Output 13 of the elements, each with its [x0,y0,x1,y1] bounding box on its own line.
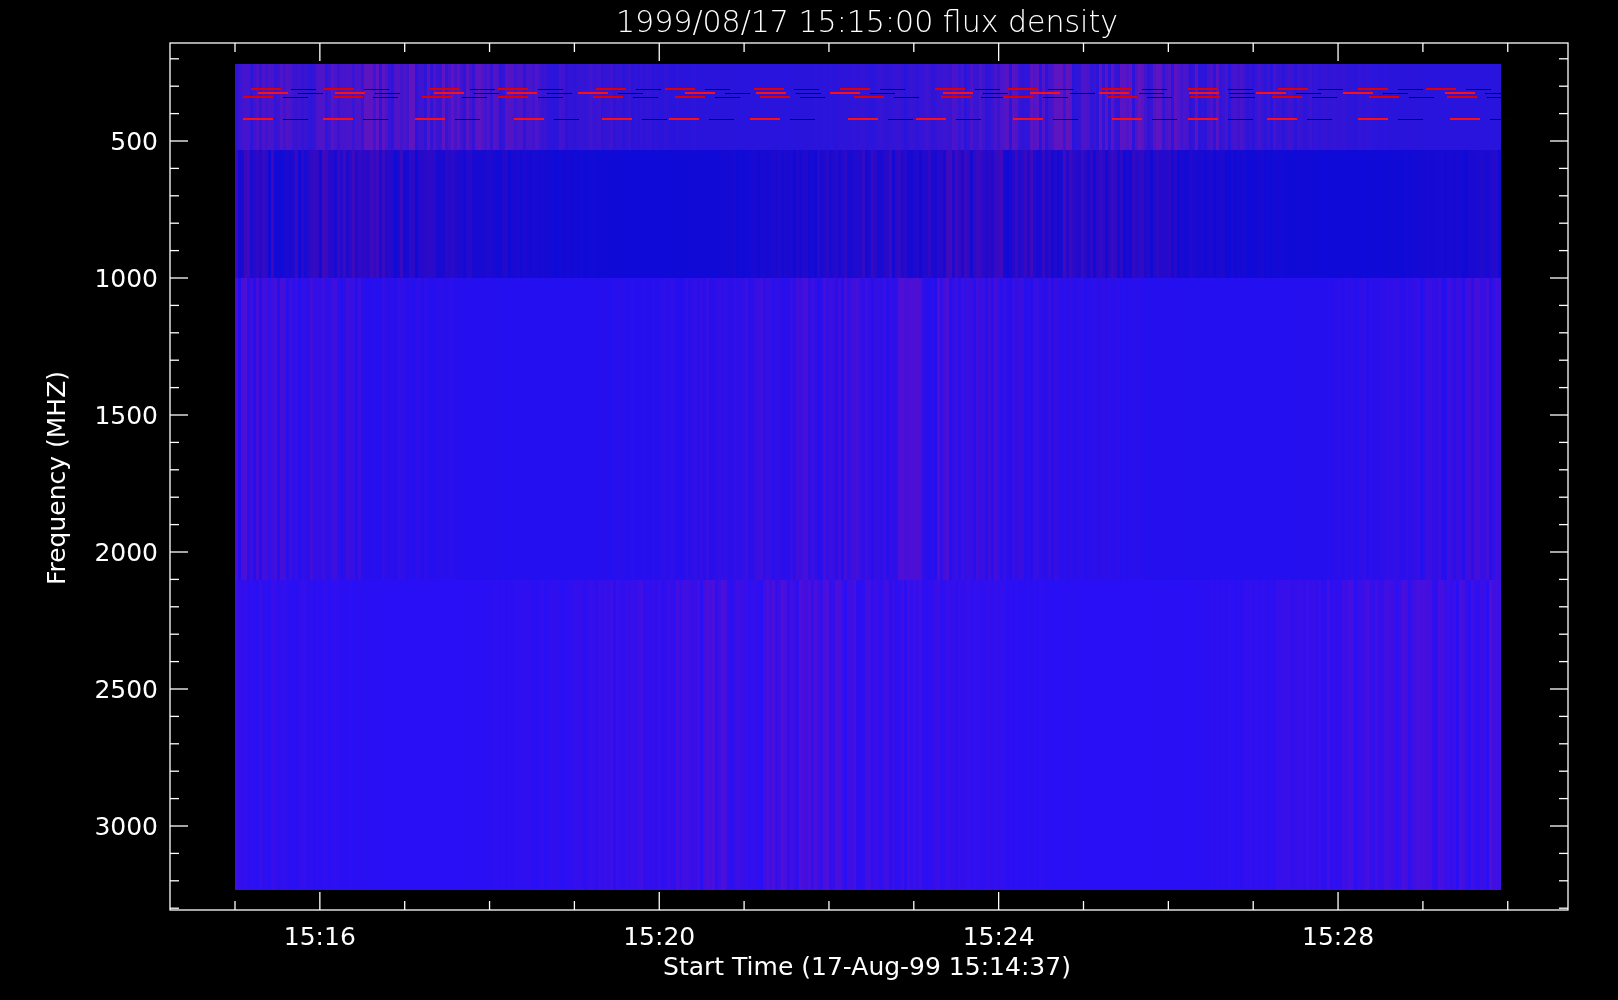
y-tick-label: 1500 [94,401,158,430]
x-tick-label: 15:24 [962,922,1035,951]
y-tick-label: 500 [110,127,158,156]
y-tick-label: 2500 [94,675,158,704]
x-tick-label: 15:28 [1302,922,1375,951]
x-tick-label: 15:16 [283,922,356,951]
y-axis-label: Frequency (MHZ) [42,370,71,586]
x-tick-label: 15:20 [623,922,696,951]
chart-title: 1999/08/17 15:15:00 flux density [616,4,1118,39]
y-tick-label: 2000 [94,538,158,567]
y-tick-label: 1000 [94,264,158,293]
y-tick-label: 3000 [94,812,158,841]
x-axis-label: Start Time (17-Aug-99 15:14:37) [663,952,1071,981]
